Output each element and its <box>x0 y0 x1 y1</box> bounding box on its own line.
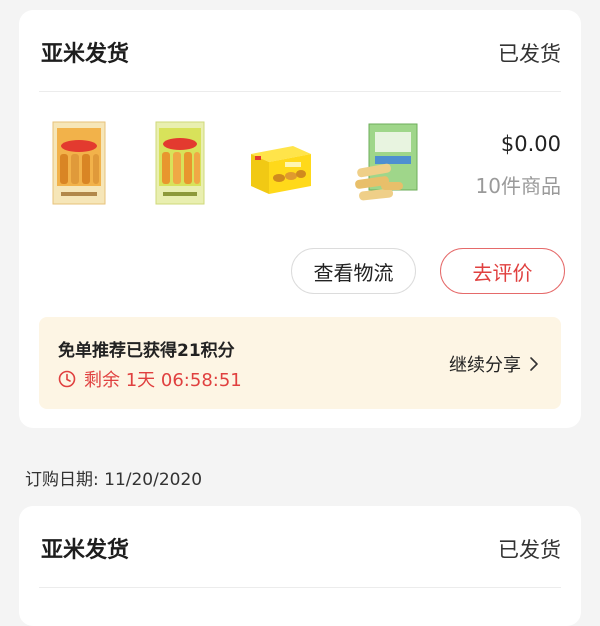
countdown-text: 剩余 1天 06:58:51 <box>84 370 242 391</box>
snack-pack-green-icon <box>155 121 205 205</box>
product-thumbnails[interactable] <box>39 120 419 220</box>
shop-name: 亚米发货 <box>39 532 132 564</box>
continue-share-link[interactable]: 继续分享 <box>449 351 539 377</box>
continue-share-label: 继续分享 <box>449 355 521 376</box>
reward-title: 免单推荐已获得21积分 <box>58 341 235 361</box>
snack-pack-red-icon <box>52 121 106 205</box>
order-card-header: 亚米发货 已发货 <box>39 506 561 588</box>
reward-banner: 免单推荐已获得21积分 剩余 1天 06:58:51 继续分享 <box>39 317 561 409</box>
order-status: 已发货 <box>498 538 561 562</box>
order-date: 订购日期: 11/20/2020 <box>25 470 203 490</box>
clock-icon <box>58 370 76 388</box>
chevron-right-icon <box>530 357 538 371</box>
order-card: 亚米发货 已发货 <box>19 10 581 428</box>
order-card: 亚米发货 已发货 <box>19 506 581 626</box>
egg-roll-pack-icon <box>355 123 418 201</box>
review-button[interactable]: 去评价 <box>440 248 565 294</box>
item-count: 10件商品 <box>475 174 561 198</box>
order-status: 已发货 <box>498 42 561 66</box>
countdown-timer: 剩余 1天 06:58:51 <box>58 366 242 392</box>
order-card-header: 亚米发货 已发货 <box>39 10 561 92</box>
yellow-box-icon <box>251 146 311 194</box>
view-logistics-button[interactable]: 查看物流 <box>291 248 416 294</box>
order-price: $0.00 <box>500 132 561 156</box>
shop-name: 亚米发货 <box>39 36 132 68</box>
